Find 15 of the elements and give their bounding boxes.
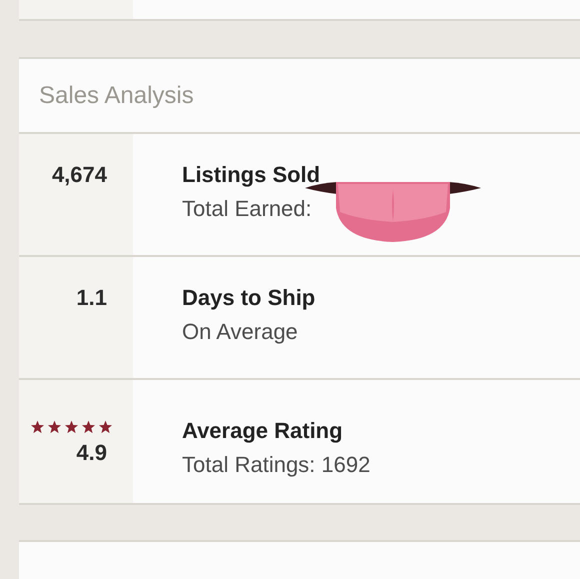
star-icon bbox=[30, 420, 45, 434]
star-icon bbox=[98, 420, 113, 434]
stat-subtitle: On Average bbox=[182, 319, 299, 345]
star-icon bbox=[64, 420, 79, 434]
stat-title: Days to Ship bbox=[182, 285, 316, 311]
star-icon bbox=[47, 420, 62, 434]
rating-value: 4.9 bbox=[76, 442, 107, 464]
section-title: Sales Analysis bbox=[39, 80, 194, 110]
stat-subtitle: Total Earned: bbox=[182, 196, 313, 222]
star-icon bbox=[81, 420, 96, 434]
stat-value: 1.1 bbox=[76, 287, 107, 309]
stat-title: Average Rating bbox=[182, 418, 344, 444]
stat-subtitle: Total Ratings: 1692 bbox=[182, 452, 370, 478]
stat-value: 4,674 bbox=[52, 164, 107, 186]
stat-title: Listings Sold bbox=[182, 162, 320, 188]
